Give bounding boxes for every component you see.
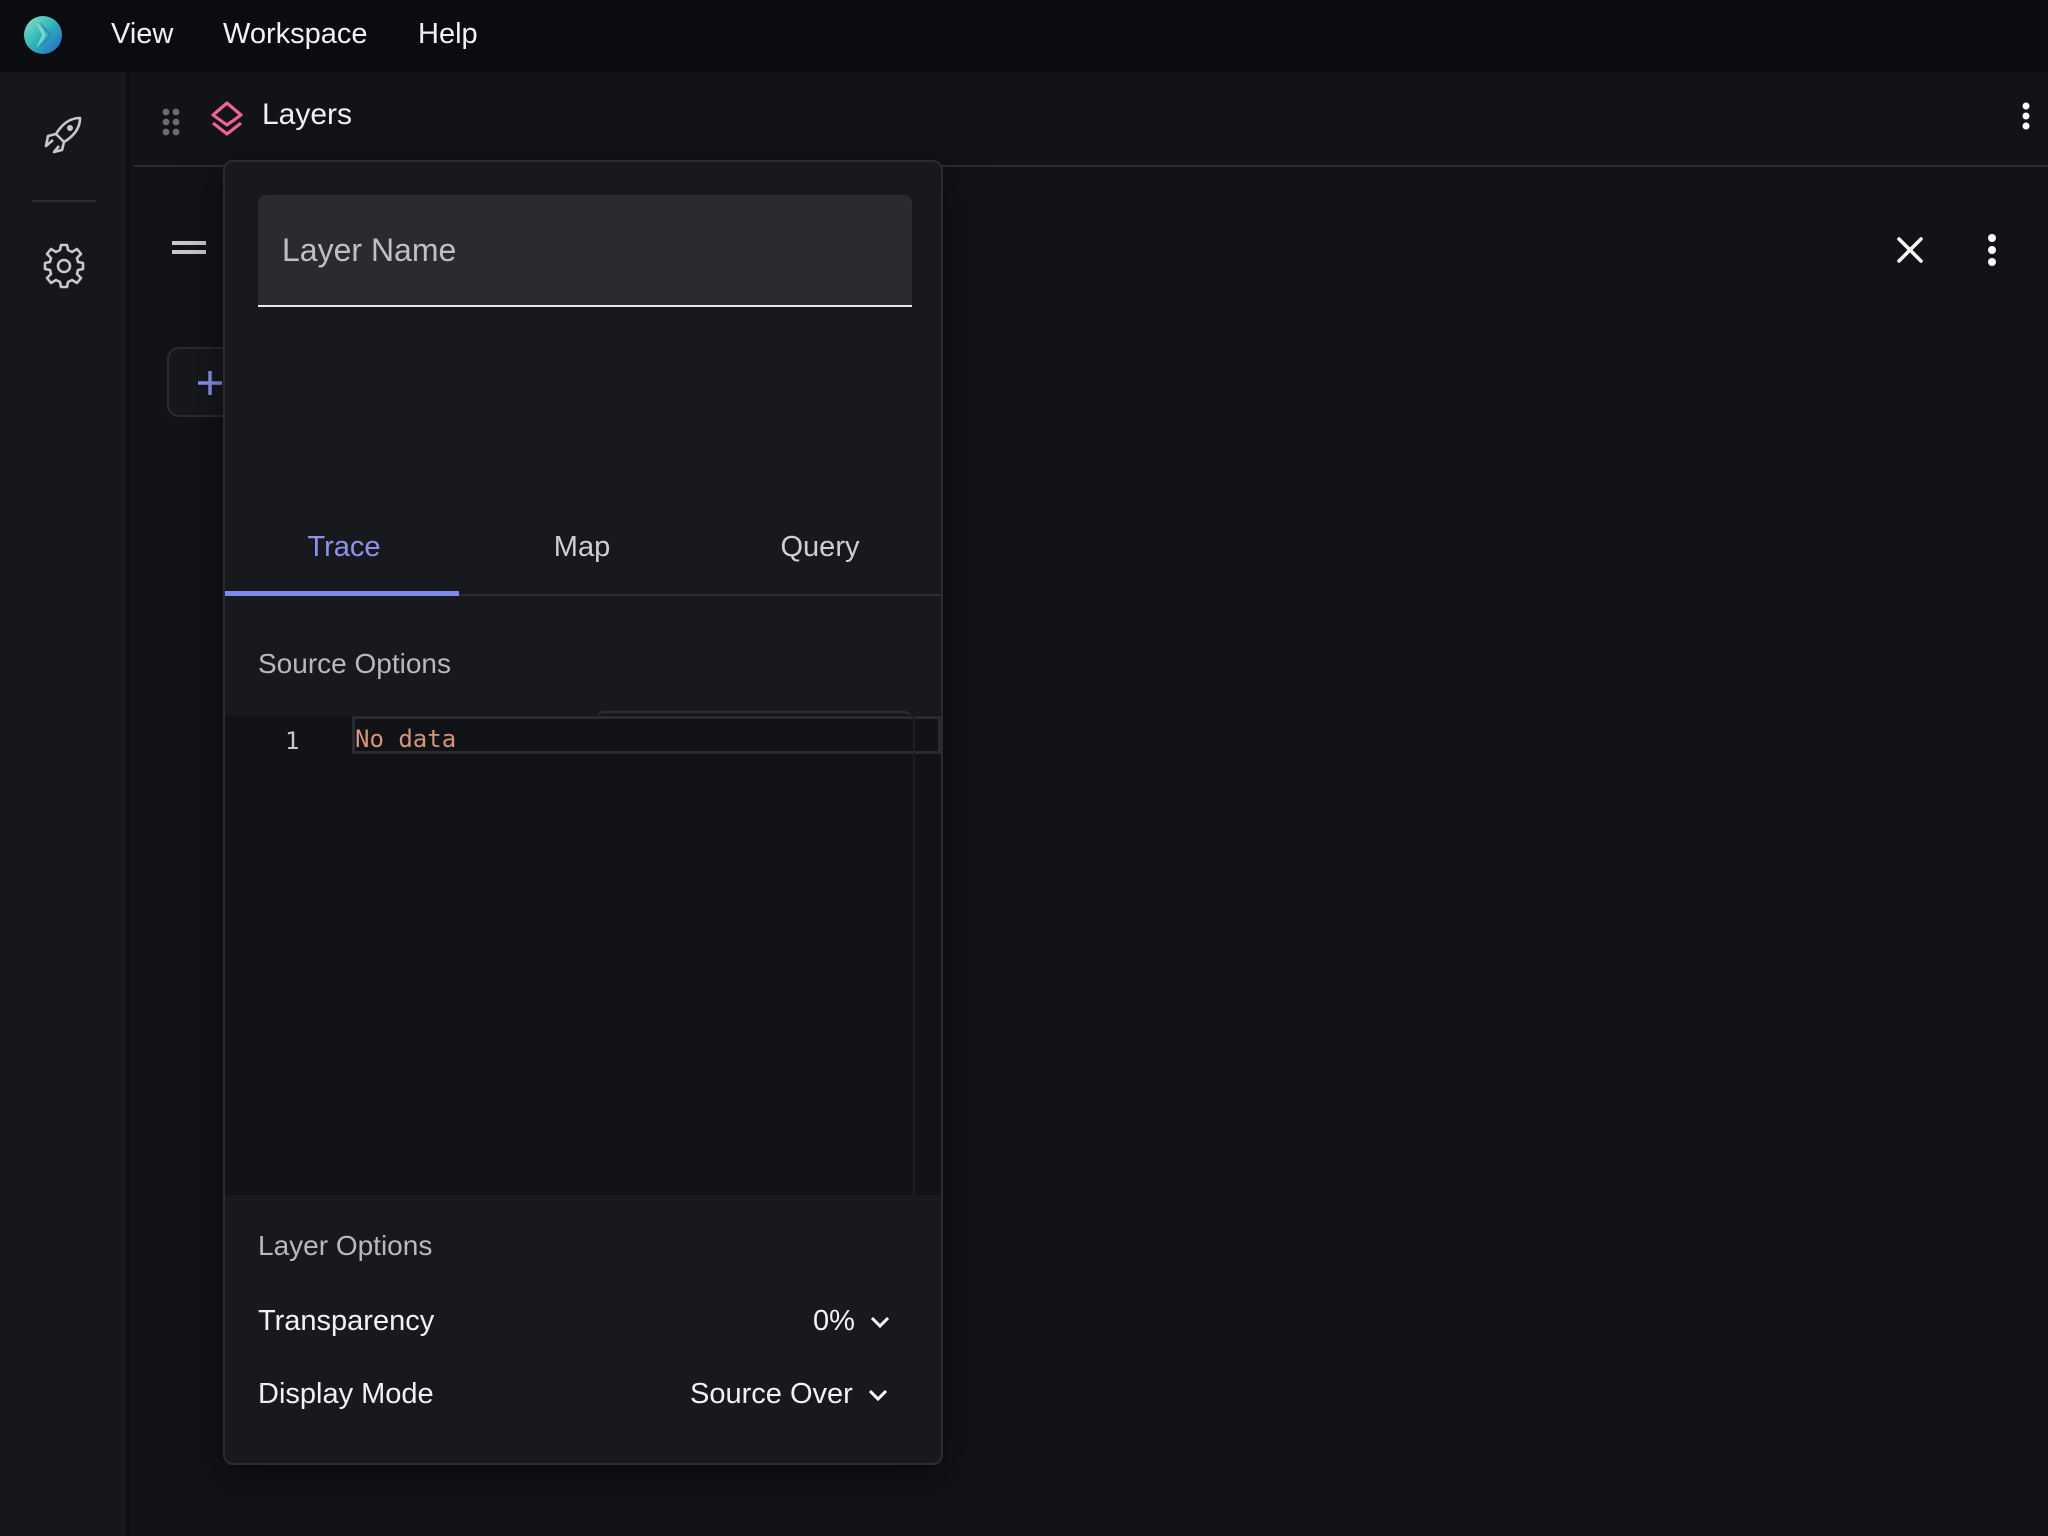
transparency-label: Transparency — [258, 1305, 435, 1337]
panel-title: Layers — [262, 98, 353, 131]
menubar: View Workspace Help — [0, 0, 2048, 72]
collapse-handle-icon[interactable] — [172, 238, 208, 258]
code-line-text: No data — [355, 725, 457, 753]
layer-source-tabs: Trace Map Query — [225, 492, 941, 596]
drag-handle-icon[interactable] — [161, 107, 181, 137]
layer-options-heading: Layer Options — [258, 1230, 433, 1261]
close-icon[interactable] — [1890, 230, 1930, 270]
display-mode-label: Display Mode — [258, 1378, 434, 1410]
menu-workspace[interactable]: Workspace — [223, 0, 368, 72]
chevron-down-icon — [868, 1390, 887, 1402]
new-layer-popover: Trace Map Query Source Options Trace Cho… — [223, 160, 943, 1465]
line-number: 1 — [285, 727, 300, 755]
editor-scrollbar[interactable] — [913, 715, 915, 1195]
more-options-icon[interactable] — [2014, 98, 2038, 138]
layers-panel-header: Layers — [134, 72, 2048, 167]
preview-code-editor[interactable]: 1 No data — [225, 715, 941, 1195]
transparency-dropdown[interactable]: 0% — [813, 1305, 891, 1338]
sidebar-rail — [0, 72, 130, 1536]
code-line-highlight: No data — [352, 716, 941, 754]
tab-map[interactable]: Map — [463, 492, 701, 596]
transparency-value: 0% — [813, 1305, 855, 1337]
layer-name-input[interactable] — [258, 195, 912, 305]
plus-icon — [198, 371, 222, 395]
layer-name-field[interactable] — [258, 195, 912, 307]
active-tab-indicator — [225, 591, 459, 596]
display-mode-dropdown[interactable]: Source Over — [690, 1378, 889, 1411]
tab-trace[interactable]: Trace — [225, 492, 463, 596]
app-logo-icon[interactable] — [24, 16, 62, 54]
menu-help[interactable]: Help — [418, 0, 478, 72]
tab-query[interactable]: Query — [701, 492, 939, 596]
gear-icon[interactable] — [40, 242, 88, 290]
menu-view[interactable]: View — [111, 0, 173, 72]
rocket-icon[interactable] — [40, 112, 88, 160]
chevron-down-icon — [870, 1317, 889, 1329]
display-mode-value: Source Over — [690, 1378, 853, 1410]
source-options-heading: Source Options — [258, 648, 451, 679]
more-options-icon[interactable] — [1978, 228, 2006, 272]
layers-icon — [211, 101, 243, 136]
rail-divider — [32, 200, 96, 202]
